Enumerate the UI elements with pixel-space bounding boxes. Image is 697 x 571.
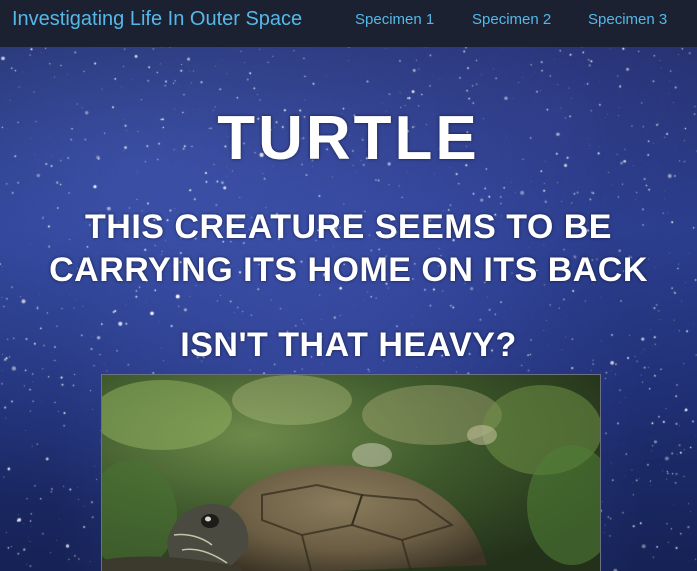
nav-link-specimen-3[interactable]: Specimen 3 (588, 11, 667, 28)
page-title: TURTLE (217, 104, 480, 173)
page-subtitle: THIS CREATURE SEEMS TO BE CARRYING ITS H… (49, 208, 648, 289)
turtle-photo (101, 374, 601, 571)
top-navbar: Investigating Life In Outer Space Specim… (0, 0, 697, 47)
turtle-image (102, 375, 600, 571)
brand-link[interactable]: Investigating Life In Outer Space (12, 8, 302, 31)
page-question: ISN'T THAT HEAVY? (180, 326, 517, 364)
nav-link-specimen-2[interactable]: Specimen 2 (472, 11, 551, 28)
nav-link-specimen-1[interactable]: Specimen 1 (355, 11, 434, 28)
